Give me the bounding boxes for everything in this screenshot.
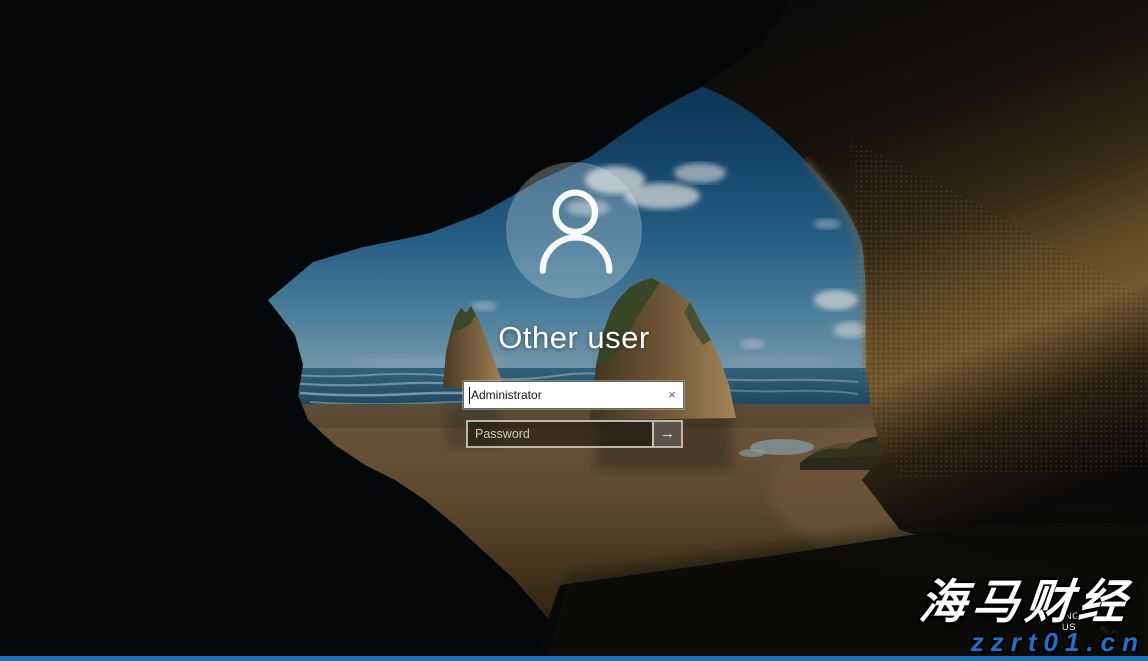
username-input[interactable] [464, 382, 661, 408]
watermark-title: 海马财经 [916, 563, 1135, 632]
password-submit-button[interactable]: → [652, 422, 681, 446]
other-user-label: Other user [374, 320, 774, 356]
watermark-url: zzrt01.cn [971, 627, 1145, 658]
bottom-accent-bar [0, 656, 1148, 661]
text-caret [469, 387, 470, 404]
password-field: → [466, 420, 683, 448]
username-field: × [463, 381, 684, 409]
clear-username-button[interactable]: × [661, 382, 683, 408]
login-screen: Other user × → ENG US 海马财经 zzrt01.cn [0, 0, 1148, 661]
password-input[interactable] [468, 422, 652, 446]
user-icon [506, 162, 642, 298]
user-avatar [506, 162, 642, 298]
